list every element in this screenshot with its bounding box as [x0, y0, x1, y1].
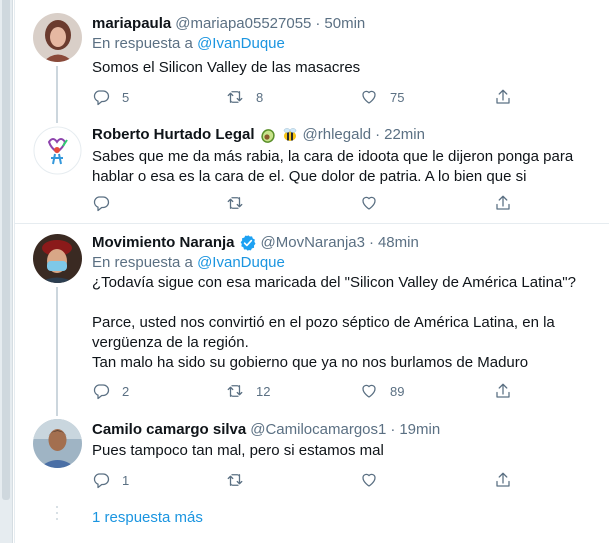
reply-count: 5 — [122, 89, 130, 105]
reply-context: En respuesta a @IvanDuque — [92, 34, 596, 54]
text-line — [92, 293, 596, 313]
author-handle[interactable]: @rhlegald — [303, 125, 372, 145]
like-button[interactable] — [360, 192, 494, 214]
text-line: Pues tampoco tan mal, pero si estamos ma… — [92, 442, 384, 459]
like-button[interactable]: 89 — [360, 380, 494, 402]
verified-badge-icon — [240, 235, 256, 251]
avocado-icon — [260, 129, 275, 143]
retweet-icon — [227, 385, 243, 397]
reply-icon — [93, 90, 110, 106]
separator-dot: · — [375, 126, 381, 143]
tweet-mariapaula[interactable]: mariapaula @mariapa05527055 · 50min En r… — [15, 0, 609, 117]
text-line: Parce, usted nos convirtió en el pozo sé… — [92, 314, 555, 331]
heart-icon — [362, 473, 376, 487]
tweet-roberto-hurtado[interactable]: Roberto Hurtado Legal @rhlegald · 22min — [15, 117, 609, 224]
avatar[interactable] — [33, 419, 82, 468]
reply-count: 1 — [122, 472, 130, 488]
share-icon — [496, 195, 510, 210]
reply-button[interactable]: 1 — [92, 469, 226, 491]
separator-dot: · — [390, 421, 396, 438]
scrollbar-thumb[interactable] — [2, 0, 10, 500]
share-icon — [496, 383, 510, 398]
avatar[interactable] — [33, 234, 82, 283]
tweet-text: ¿Todavía sigue con esa maricada del "Sil… — [92, 273, 596, 373]
tweet-camilo-camargo[interactable]: Camilo camargo silva @Camilocamargos1 · … — [15, 408, 609, 498]
share-icon — [496, 472, 510, 487]
text-line: vergüenza de la región. — [92, 334, 249, 351]
author-name[interactable]: Movimiento Naranja — [92, 233, 235, 253]
tweet-text: Somos el Silicon Valley de las masacres — [92, 58, 596, 78]
retweet-icon — [227, 474, 243, 486]
text-line: Somos el Silicon Valley de las masacres — [92, 59, 361, 76]
more-replies-link[interactable]: 1 respuesta más — [92, 509, 203, 526]
reply-button[interactable]: 2 — [92, 380, 226, 402]
share-button[interactable] — [494, 380, 532, 402]
separator-dot: · — [368, 234, 374, 251]
reply-context: En respuesta a @IvanDuque — [92, 253, 596, 273]
reply-button[interactable]: 5 — [92, 86, 226, 108]
show-more-replies[interactable]: 1 respuesta más — [15, 498, 609, 542]
tweet-actions: 2 12 89 — [92, 380, 532, 402]
retweet-count: 8 — [256, 89, 264, 105]
page-scrollbar[interactable] — [0, 0, 13, 543]
author-handle[interactable]: @MovNaranja3 — [261, 233, 365, 253]
like-button[interactable]: 75 — [360, 86, 494, 108]
tweet-text: Sabes que me da más rabia, la cara de id… — [92, 147, 596, 187]
text-line: Tan malo ha sido su gobierno que ya no n… — [92, 354, 529, 371]
separator-dot: · — [315, 15, 321, 32]
tweet-actions: 5 8 75 — [92, 86, 532, 108]
retweet-button[interactable]: 8 — [226, 86, 360, 108]
author-name[interactable]: mariapaula — [92, 14, 171, 34]
share-button[interactable] — [494, 192, 532, 214]
retweet-button[interactable] — [226, 192, 360, 214]
share-icon — [496, 89, 510, 104]
reply-prefix: En respuesta a — [92, 254, 193, 271]
reply-icon — [93, 384, 110, 400]
bee-icon — [283, 128, 296, 141]
heart-icon — [362, 90, 376, 104]
author-handle[interactable]: @Camilocamargos1 — [250, 420, 386, 440]
tweet-text: Pues tampoco tan mal, pero si estamos ma… — [92, 441, 596, 461]
thread-line — [56, 408, 58, 416]
thread-line — [56, 117, 58, 123]
text-line: hablar o esa es la cara de el. Que dolor… — [92, 168, 527, 185]
text-line: Sabes que me da más rabia, la cara de id… — [92, 148, 574, 165]
reply-count: 2 — [122, 383, 130, 399]
retweet-count: 12 — [256, 383, 271, 399]
author-handle[interactable]: @mariapa05527055 — [175, 14, 311, 34]
share-button[interactable] — [494, 469, 532, 491]
retweet-button[interactable] — [226, 469, 360, 491]
reply-prefix: En respuesta a — [92, 35, 193, 52]
tweet-movimiento-naranja[interactable]: Movimiento Naranja @MovNaranja3 · 48min … — [15, 224, 609, 408]
retweet-icon — [227, 91, 243, 103]
thread-line — [56, 66, 58, 117]
reply-button[interactable] — [92, 192, 226, 214]
reply-to-link[interactable]: @IvanDuque — [197, 254, 285, 271]
author-name[interactable]: Roberto Hurtado Legal — [92, 125, 255, 145]
share-button[interactable] — [494, 86, 532, 108]
replies-feed: mariapaula @mariapa05527055 · 50min En r… — [14, 0, 609, 543]
avatar[interactable] — [33, 126, 82, 175]
tweet-actions — [92, 192, 532, 214]
reply-to-link[interactable]: @IvanDuque — [197, 35, 285, 52]
tweet-time[interactable]: 48min — [378, 233, 419, 253]
like-count: 75 — [390, 89, 405, 105]
tweet-time[interactable]: 50min — [324, 14, 365, 34]
tweet-actions: 1 — [92, 469, 532, 491]
text-line: ¿Todavía sigue con esa maricada del "Sil… — [92, 274, 576, 291]
tweet-time[interactable]: 19min — [399, 420, 440, 440]
tweet-time[interactable]: 22min — [384, 125, 425, 145]
thread-dots — [53, 506, 61, 524]
retweet-icon — [227, 197, 243, 209]
heart-icon — [362, 196, 376, 210]
reply-icon — [93, 196, 110, 212]
retweet-button[interactable]: 12 — [226, 380, 360, 402]
thread-line — [56, 287, 58, 408]
avatar[interactable] — [33, 13, 82, 62]
author-name[interactable]: Camilo camargo silva — [92, 420, 246, 440]
heart-icon — [362, 384, 376, 398]
like-button[interactable] — [360, 469, 494, 491]
reply-icon — [93, 473, 110, 489]
like-count: 89 — [390, 383, 405, 399]
